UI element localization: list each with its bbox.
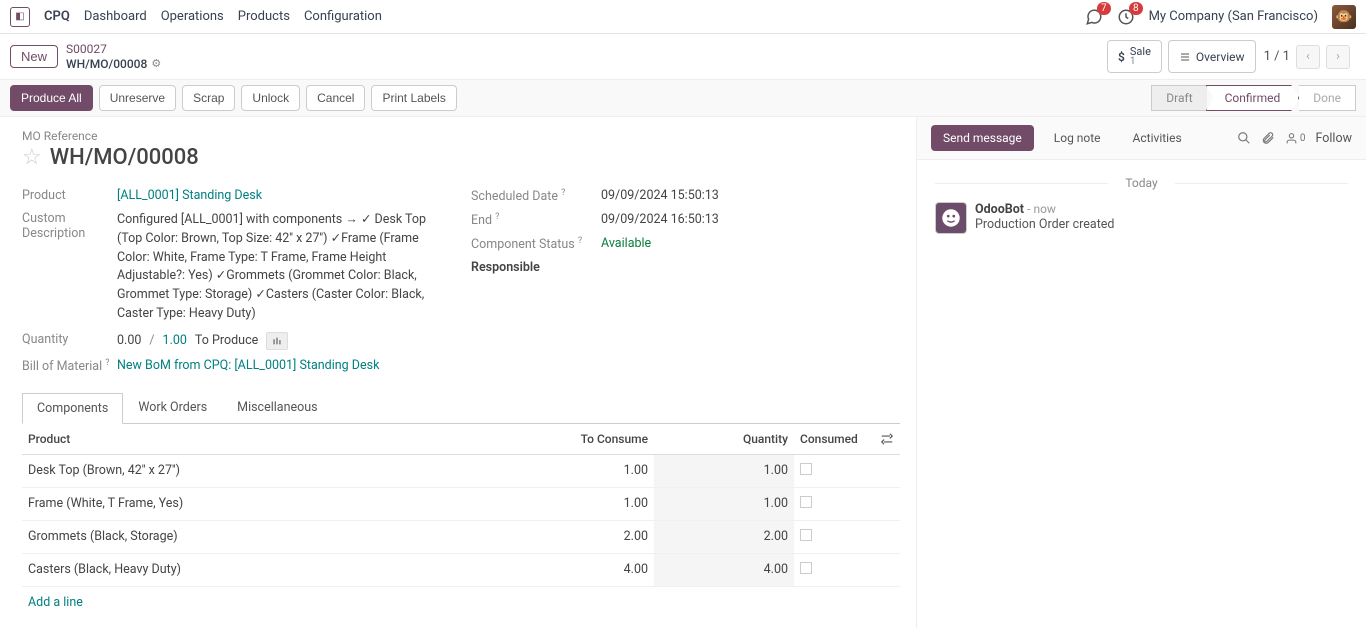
pager-next[interactable]: ›: [1326, 45, 1350, 69]
table-row[interactable]: Grommets (Black, Storage)2.002.00: [22, 520, 900, 553]
qty-done[interactable]: 0.00: [117, 333, 141, 348]
nav-operations[interactable]: Operations: [161, 9, 224, 24]
print-labels-button[interactable]: Print Labels: [371, 85, 456, 111]
status-draft[interactable]: Draft: [1151, 85, 1206, 111]
th-quantity: Quantity: [654, 424, 794, 455]
produce-all-button[interactable]: Produce All: [10, 85, 93, 111]
qty-demand[interactable]: 1.00: [163, 333, 187, 348]
tab-components[interactable]: Components: [22, 393, 123, 424]
cell-consumed[interactable]: [794, 553, 874, 586]
cancel-button[interactable]: Cancel: [306, 85, 365, 111]
activities-badge: 8: [1129, 2, 1143, 15]
cell-to-consume: 2.00: [534, 520, 654, 553]
end-date-label: End ?: [471, 212, 601, 228]
cell-consumed[interactable]: [794, 520, 874, 553]
message-avatar: [935, 202, 967, 234]
cell-consumed[interactable]: [794, 487, 874, 520]
dollar-icon: $: [1118, 50, 1125, 64]
th-options-icon[interactable]: [874, 424, 900, 455]
scrap-button[interactable]: Scrap: [182, 85, 235, 111]
components-table: Product To Consume Quantity Consumed Des…: [22, 424, 900, 587]
add-line-link[interactable]: Add a line: [22, 587, 900, 618]
component-status-label: Component Status ?: [471, 236, 601, 252]
pager-prev[interactable]: ‹: [1296, 45, 1320, 69]
table-row[interactable]: Desk Top (Brown, 42'' x 27'')1.001.00: [22, 454, 900, 487]
tab-miscellaneous[interactable]: Miscellaneous: [222, 392, 332, 423]
th-product: Product: [22, 424, 534, 455]
th-consumed: Consumed: [794, 424, 874, 455]
overview-stat-button[interactable]: Overview: [1168, 40, 1256, 73]
responsible-label: Responsible: [471, 260, 601, 275]
unlock-button[interactable]: Unlock: [241, 85, 300, 111]
quantity-label: Quantity: [22, 332, 117, 347]
messages-badge: 7: [1097, 2, 1111, 15]
list-icon: [1179, 51, 1191, 63]
nav-configuration[interactable]: Configuration: [304, 9, 382, 24]
table-row[interactable]: Casters (Black, Heavy Duty)4.004.00: [22, 553, 900, 586]
follower-count[interactable]: 0: [1285, 132, 1306, 145]
cell-product: Casters (Black, Heavy Duty): [22, 553, 534, 586]
mo-reference-label: MO Reference: [22, 129, 900, 143]
component-status-value: Available: [601, 236, 900, 251]
tab-work-orders[interactable]: Work Orders: [123, 392, 222, 423]
cell-quantity[interactable]: 1.00: [654, 487, 794, 520]
cell-quantity[interactable]: 4.00: [654, 553, 794, 586]
search-icon[interactable]: [1237, 131, 1251, 145]
scheduled-date-label: Scheduled Date ?: [471, 188, 601, 204]
company-selector[interactable]: My Company (San Francisco): [1149, 9, 1318, 24]
uom-icon[interactable]: [266, 332, 288, 350]
message-author: OdooBot: [975, 202, 1024, 217]
messages-icon[interactable]: 7: [1085, 8, 1103, 26]
follow-button[interactable]: Follow: [1315, 131, 1352, 146]
priority-star-icon[interactable]: ☆: [22, 145, 42, 170]
nav-dashboard[interactable]: Dashboard: [84, 9, 147, 24]
end-date-value[interactable]: 09/09/2024 16:50:13: [601, 212, 900, 227]
message-body: Production Order created: [975, 217, 1114, 232]
gear-icon[interactable]: ⚙: [151, 57, 161, 70]
cell-product: Desk Top (Brown, 42'' x 27''): [22, 454, 534, 487]
activities-button[interactable]: Activities: [1121, 125, 1194, 151]
cell-to-consume: 1.00: [534, 454, 654, 487]
date-separator: Today: [935, 176, 1348, 190]
breadcrumb-parent[interactable]: S00027: [66, 42, 161, 56]
th-to-consume: To Consume: [534, 424, 654, 455]
cell-to-consume: 4.00: [534, 553, 654, 586]
new-button[interactable]: New: [10, 45, 58, 68]
to-produce-label: To Produce: [195, 333, 258, 348]
log-note-button[interactable]: Log note: [1042, 125, 1113, 151]
status-confirmed[interactable]: Confirmed: [1206, 85, 1300, 111]
unreserve-button[interactable]: Unreserve: [99, 85, 176, 111]
sale-stat-button[interactable]: $ Sale 1: [1107, 40, 1162, 73]
cell-product: Frame (White, T Frame, Yes): [22, 487, 534, 520]
mo-title: WH/MO/00008: [50, 145, 199, 170]
custom-desc-label: Custom Description: [22, 211, 117, 241]
app-name[interactable]: CPQ: [44, 9, 70, 24]
breadcrumb: S00027 WH/MO/00008 ⚙: [66, 42, 161, 71]
statusbar: Draft Confirmed Done: [1151, 85, 1356, 111]
attachment-icon[interactable]: [1261, 131, 1275, 145]
product-value[interactable]: [ALL_0001] Standing Desk: [117, 188, 451, 203]
message-time: now: [1033, 202, 1056, 216]
send-message-button[interactable]: Send message: [931, 125, 1034, 151]
cell-to-consume: 1.00: [534, 487, 654, 520]
scheduled-date-value[interactable]: 09/09/2024 15:50:13: [601, 188, 900, 203]
cell-consumed[interactable]: [794, 454, 874, 487]
nav-products[interactable]: Products: [238, 9, 290, 24]
pager-text: 1 / 1: [1264, 49, 1290, 64]
status-done[interactable]: Done: [1299, 85, 1356, 111]
message: OdooBot - now Production Order created: [935, 202, 1348, 234]
cell-quantity[interactable]: 2.00: [654, 520, 794, 553]
breadcrumb-current: WH/MO/00008: [66, 57, 147, 71]
app-icon[interactable]: ◧: [10, 7, 30, 27]
activities-icon[interactable]: 8: [1117, 8, 1135, 26]
product-label: Product: [22, 188, 117, 203]
user-avatar[interactable]: 🐵: [1332, 5, 1356, 29]
bom-label: Bill of Material ?: [22, 358, 117, 374]
bom-value[interactable]: New BoM from CPQ: [ALL_0001] Standing De…: [117, 358, 451, 373]
table-row[interactable]: Frame (White, T Frame, Yes)1.001.00: [22, 487, 900, 520]
custom-desc-value: Configured [ALL_0001] with components → …: [117, 211, 447, 324]
cell-product: Grommets (Black, Storage): [22, 520, 534, 553]
cell-quantity[interactable]: 1.00: [654, 454, 794, 487]
